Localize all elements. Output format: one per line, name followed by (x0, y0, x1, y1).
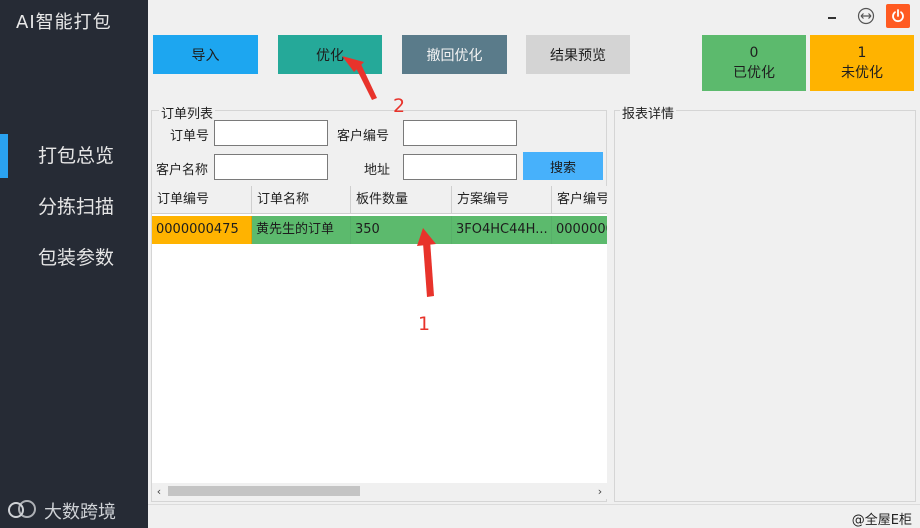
watermark-logo-icon (8, 500, 38, 522)
customer-no-input[interactable] (403, 120, 517, 146)
annotation-label-1: 1 (418, 313, 431, 335)
table-cell[interactable]: 0000000 (552, 216, 607, 244)
power-icon (892, 9, 904, 23)
report-details-group (614, 110, 916, 502)
order-no-input[interactable] (214, 120, 328, 146)
order-no-label: 订单号 (170, 129, 210, 144)
sidebar-item-overview[interactable]: 打包总览 (0, 134, 148, 178)
status-text: @全屋E柜 (851, 513, 912, 528)
customer-name-input[interactable] (214, 154, 328, 180)
column-header-order-no[interactable]: 订单编号 (152, 186, 252, 214)
table-row[interactable]: 0000000475 黄先生的订单 350 3FO4HC44H... 00000… (152, 216, 607, 244)
column-header-order-name[interactable]: 订单名称 (252, 186, 351, 214)
table-header: 订单编号 订单名称 板件数量 方案编号 客户编号 (152, 186, 607, 214)
power-button[interactable] (886, 4, 910, 28)
annotation-label-2: 2 (393, 95, 406, 117)
stat-optimized-label: 已优化 (733, 65, 775, 81)
stat-not-optimized-count: 1 (857, 45, 867, 61)
column-header-panel-count[interactable]: 板件数量 (351, 186, 452, 214)
optimize-button[interactable]: 优化 (278, 35, 382, 74)
minimize-icon (828, 17, 836, 19)
order-table[interactable]: 订单编号 订单名称 板件数量 方案编号 客户编号 0000000475 黄先生的… (152, 186, 607, 498)
stat-not-optimized: 1 未优化 (810, 35, 914, 91)
minimize-button[interactable] (820, 4, 844, 28)
import-button[interactable]: 导入 (153, 35, 258, 74)
restore-button[interactable] (854, 4, 878, 28)
undo-optimize-button[interactable]: 撤回优化 (402, 35, 507, 74)
order-list-title: 订单列表 (159, 103, 216, 122)
search-button[interactable]: 搜索 (523, 152, 603, 180)
stat-not-optimized-label: 未优化 (841, 65, 883, 81)
report-details-title: 报表详情 (620, 103, 677, 122)
customer-no-label: 客户编号 (337, 129, 390, 144)
result-preview-button[interactable]: 结果预览 (526, 35, 630, 74)
column-header-plan-no[interactable]: 方案编号 (452, 186, 552, 214)
table-horizontal-scrollbar[interactable]: ‹ › (152, 483, 607, 499)
sidebar: AI智能打包 打包总览 分拣扫描 包装参数 大数跨境 (0, 0, 148, 528)
address-input[interactable] (403, 154, 517, 180)
sidebar-item-sorting-scan[interactable]: 分拣扫描 (0, 185, 148, 229)
address-label: 地址 (364, 163, 391, 178)
watermark-text: 大数跨境 (44, 502, 116, 523)
status-bar: @全屋E柜 (148, 504, 920, 528)
customer-name-label: 客户名称 (156, 163, 209, 178)
stat-optimized-count: 0 (749, 45, 759, 61)
app-title: AI智能打包 (16, 12, 112, 33)
scroll-right-icon[interactable]: › (593, 483, 607, 499)
scroll-left-icon[interactable]: ‹ (152, 483, 166, 499)
sidebar-item-packing-params[interactable]: 包装参数 (0, 236, 148, 280)
scrollbar-thumb[interactable] (168, 486, 360, 496)
table-cell[interactable]: 3FO4HC44H... (452, 216, 552, 244)
restore-icon (857, 7, 875, 25)
column-header-customer-no[interactable]: 客户编号 (552, 186, 607, 214)
table-cell[interactable]: 350 (351, 216, 452, 244)
stat-optimized: 0 已优化 (702, 35, 806, 91)
table-cell[interactable]: 0000000475 (152, 216, 252, 244)
watermark: 大数跨境 (8, 498, 116, 524)
table-cell[interactable]: 黄先生的订单 (252, 216, 351, 244)
